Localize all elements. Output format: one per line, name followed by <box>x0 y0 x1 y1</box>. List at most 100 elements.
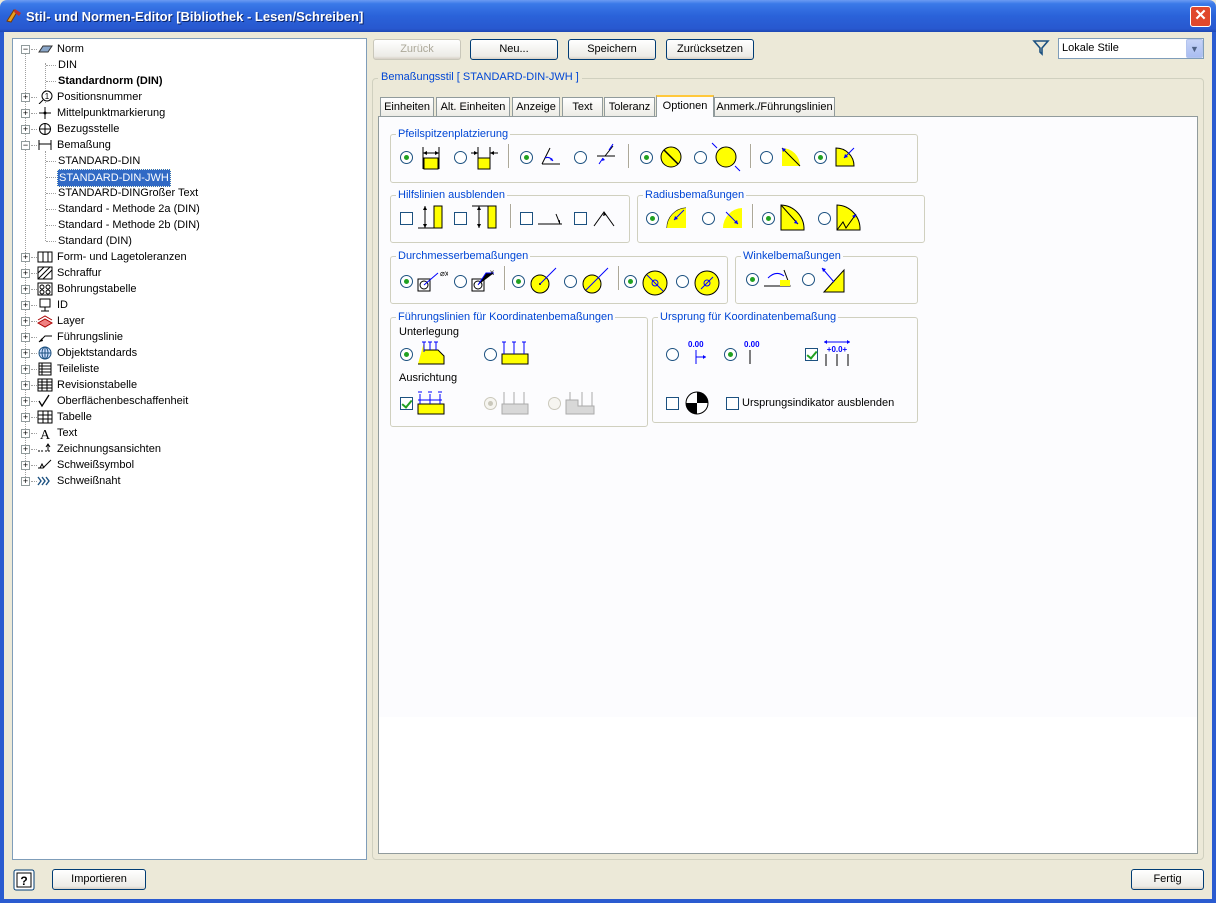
underlay-b-radio[interactable] <box>484 348 497 361</box>
help-icon[interactable]: ? <box>13 869 35 891</box>
arrow-outside-radio[interactable] <box>454 151 467 164</box>
tree-item[interactable]: + Schweißnaht <box>13 473 363 489</box>
hide-ext-line-4-checkbox[interactable] <box>574 212 587 225</box>
tab-text[interactable]: Text <box>562 97 603 116</box>
tab-anzeige[interactable]: Anzeige <box>512 97 560 116</box>
expand-icon[interactable]: + <box>21 445 30 454</box>
tab-alt-einheiten[interactable]: Alt. Einheiten <box>436 97 510 116</box>
filter-icon[interactable] <box>1032 38 1050 56</box>
dia-f-radio[interactable] <box>676 275 689 288</box>
expand-icon[interactable]: + <box>21 125 30 134</box>
tree-item[interactable]: + Form- und Lagetoleranzen <box>13 249 363 265</box>
tab-anmerk-führungslinien[interactable]: Anmerk./Führungslinien <box>714 97 835 116</box>
hide-origin-indicator-checkbox[interactable] <box>726 397 739 410</box>
tree-item[interactable]: Standard (DIN) <box>13 233 363 249</box>
tree-item[interactable]: + Tabelle <box>13 409 363 425</box>
tree-item[interactable]: + Layer <box>13 313 363 329</box>
expand-icon[interactable]: + <box>21 93 30 102</box>
tree-item[interactable]: + Objektstandards <box>13 345 363 361</box>
dia-c-radio[interactable] <box>512 275 525 288</box>
expand-icon[interactable]: + <box>21 381 30 390</box>
expand-icon[interactable]: + <box>21 253 30 262</box>
expand-icon[interactable]: + <box>21 429 30 438</box>
hide-ext-line-2-checkbox[interactable] <box>454 212 467 225</box>
origin-b-radio[interactable] <box>724 348 737 361</box>
arrow-dia-inside-radio[interactable] <box>640 151 653 164</box>
arrow-radius-a-radio[interactable] <box>760 151 773 164</box>
done-button[interactable]: Fertig <box>1131 869 1204 890</box>
tree-item[interactable]: Standard - Methode 2b (DIN) <box>13 217 363 233</box>
alignment-a-checkbox[interactable] <box>400 397 413 410</box>
style-filter-select[interactable]: Lokale Stile ▼ <box>1058 38 1204 59</box>
alignment-c-radio[interactable] <box>548 397 561 410</box>
tree-item[interactable]: + Bezugsstelle <box>13 121 363 137</box>
expand-icon[interactable]: + <box>21 301 30 310</box>
expand-icon[interactable]: + <box>21 317 30 326</box>
arrow-angle-outside-radio[interactable] <box>574 151 587 164</box>
expand-icon[interactable]: + <box>21 333 30 342</box>
tree-item[interactable]: + Schraffur <box>13 265 363 281</box>
collapse-icon[interactable]: − <box>21 45 30 54</box>
arrow-inside-radio[interactable] <box>400 151 413 164</box>
tab-toleranz[interactable]: Toleranz <box>604 97 655 116</box>
tab-einheiten[interactable]: Einheiten <box>380 97 434 116</box>
tree-item[interactable]: DIN <box>13 57 363 73</box>
expand-icon[interactable]: + <box>21 365 30 374</box>
tree-item[interactable]: + Teileliste <box>13 361 363 377</box>
back-button[interactable]: Zurück <box>373 39 461 60</box>
alignment-b-radio[interactable] <box>484 397 497 410</box>
save-button[interactable]: Speichern <box>568 39 656 60</box>
expand-icon[interactable]: + <box>21 397 30 406</box>
tree-item[interactable]: + Schweißsymbol <box>13 457 363 473</box>
chevron-down-icon[interactable]: ▼ <box>1186 39 1203 58</box>
origin-symbol-checkbox[interactable] <box>666 397 679 410</box>
tree-item[interactable]: Standard - Methode 2a (DIN) <box>13 201 363 217</box>
tree-item[interactable]: STANDARD-DIN-JWH <box>13 169 363 187</box>
origin-show-all-checkbox[interactable] <box>805 348 818 361</box>
tree-item[interactable]: + A Text <box>13 425 363 441</box>
tree-item[interactable]: STANDARD-DIN <box>13 153 363 169</box>
dia-d-radio[interactable] <box>564 275 577 288</box>
tree-item[interactable]: − Bemaßung <box>13 137 363 153</box>
tree-item[interactable]: STANDARD-DINGroßer Text <box>13 185 363 201</box>
expand-icon[interactable]: + <box>21 109 30 118</box>
dia-b-radio[interactable] <box>454 275 467 288</box>
tree-item[interactable]: Standardnorm (DIN) <box>13 73 363 89</box>
arrow-dia-outside-radio[interactable] <box>694 151 707 164</box>
arrow-radius-b-radio[interactable] <box>814 151 827 164</box>
reset-button[interactable]: Zurücksetzen <box>666 39 754 60</box>
arrow-angle-inside-radio[interactable] <box>520 151 533 164</box>
hide-ext-line-1-checkbox[interactable] <box>400 212 413 225</box>
style-tree[interactable]: − Norm DIN Standardnorm (DIN) +1 Positionsnum… <box>12 38 367 860</box>
origin-a-radio[interactable] <box>666 348 679 361</box>
expand-icon[interactable]: + <box>21 269 30 278</box>
expand-icon[interactable]: + <box>21 477 30 486</box>
dia-a-radio[interactable] <box>400 275 413 288</box>
radius-c-radio[interactable] <box>762 212 775 225</box>
hide-ext-line-3-checkbox[interactable] <box>520 212 533 225</box>
expand-icon[interactable]: + <box>21 413 30 422</box>
angle-b-radio[interactable] <box>802 273 815 286</box>
radius-a-radio[interactable] <box>646 212 659 225</box>
tree-item[interactable]: + Bohrungstabelle <box>13 281 363 297</box>
close-button[interactable]: ✕ <box>1190 6 1211 27</box>
import-button[interactable]: Importieren <box>52 869 146 890</box>
tree-item[interactable]: + Mittelpunktmarkierung <box>13 105 363 121</box>
tree-item[interactable]: − Norm <box>13 41 363 57</box>
angle-a-radio[interactable] <box>746 273 759 286</box>
new-button[interactable]: Neu... <box>470 39 558 60</box>
tree-item[interactable]: + Revisionstabelle <box>13 377 363 393</box>
title-bar[interactable]: Stil- und Normen-Editor [Bibliothek - Le… <box>0 0 1216 32</box>
radius-b-radio[interactable] <box>702 212 715 225</box>
tree-item[interactable]: + Oberflächenbeschaffenheit <box>13 393 363 409</box>
radius-d-radio[interactable] <box>818 212 831 225</box>
collapse-icon[interactable]: − <box>21 141 30 150</box>
tree-item[interactable]: + ID <box>13 297 363 313</box>
dia-e-radio[interactable] <box>624 275 637 288</box>
tree-item[interactable]: + Zeichnungsansichten <box>13 441 363 457</box>
expand-icon[interactable]: + <box>21 461 30 470</box>
tree-item[interactable]: +1 Positionsnummer <box>13 89 363 105</box>
tree-item[interactable]: + Führungslinie <box>13 329 363 345</box>
expand-icon[interactable]: + <box>21 285 30 294</box>
tab-optionen[interactable]: Optionen <box>656 95 714 117</box>
